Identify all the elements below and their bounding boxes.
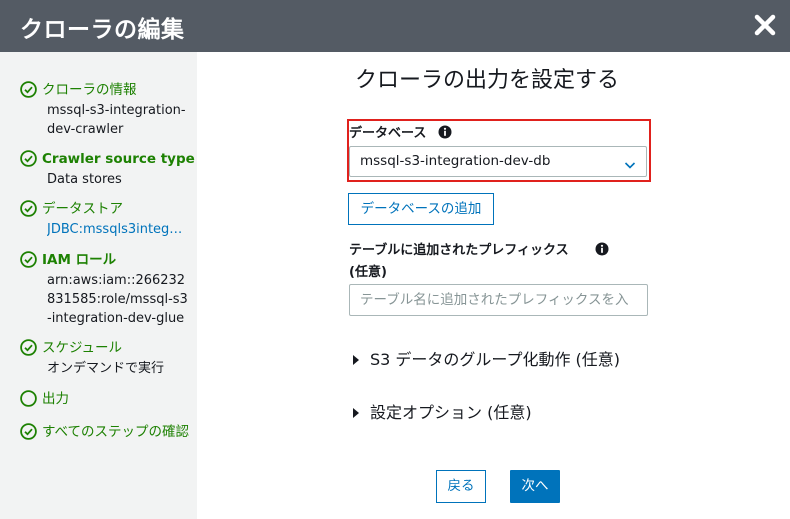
step-label: すべてのステップの確認 bbox=[42, 424, 190, 440]
add-database-button[interactable]: データベースの追加 bbox=[348, 193, 494, 225]
step-label: Crawler source type bbox=[42, 151, 195, 167]
step-output[interactable]: 出力 bbox=[20, 389, 195, 409]
prefix-input[interactable] bbox=[350, 285, 647, 315]
step-schedule[interactable]: スケジュール オンデマンドで実行 bbox=[20, 338, 195, 378]
step-review-all[interactable]: すべてのステップの確認 bbox=[20, 422, 195, 442]
prefix-field[interactable] bbox=[349, 284, 648, 316]
back-button[interactable]: 戻る bbox=[436, 470, 486, 503]
caret-right-icon bbox=[353, 408, 359, 418]
prefix-optional-label: (任意) bbox=[349, 265, 387, 280]
steps-sidebar: クローラの情報 mssql-s3-integration-dev-crawler… bbox=[0, 52, 197, 519]
step-label: データストア bbox=[42, 201, 123, 217]
database-label: データベース bbox=[349, 126, 427, 141]
empty-circle-icon bbox=[20, 390, 37, 407]
step-crawler-info[interactable]: クローラの情報 mssql-s3-integration-dev-crawler bbox=[20, 80, 195, 139]
dialog-header: クローラの編集 bbox=[0, 0, 790, 52]
expander-label: S3 データのグループ化動作 (任意) bbox=[370, 350, 621, 369]
info-icon[interactable] bbox=[595, 241, 609, 256]
check-circle-icon bbox=[20, 251, 37, 268]
step-source-type[interactable]: Crawler source type Data stores bbox=[20, 149, 195, 189]
info-icon[interactable] bbox=[438, 124, 452, 139]
check-circle-icon bbox=[20, 81, 37, 98]
expander-label: 設定オプション (任意) bbox=[370, 403, 532, 422]
step-value-link[interactable]: JDBC:mssqls3integ… bbox=[47, 220, 192, 239]
step-value: mssql-s3-integration-dev-crawler bbox=[47, 103, 186, 137]
check-circle-icon bbox=[20, 423, 37, 440]
page-title: クローラの出力を設定する bbox=[355, 68, 620, 93]
step-data-store[interactable]: データストア JDBC:mssqls3integ… bbox=[20, 199, 195, 239]
step-label: スケジュール bbox=[42, 340, 123, 356]
check-circle-icon bbox=[20, 150, 37, 167]
check-circle-icon bbox=[20, 200, 37, 217]
dialog-title: クローラの編集 bbox=[20, 17, 185, 43]
step-value: Data stores bbox=[47, 172, 122, 187]
step-value: オンデマンドで実行 bbox=[47, 361, 165, 376]
database-selected-value: mssql-s3-integration-dev-db bbox=[360, 153, 551, 169]
step-iam-role[interactable]: IAM ロール arn:aws:iam::266232831585:role/m… bbox=[20, 250, 195, 328]
check-circle-icon bbox=[20, 339, 37, 356]
next-button[interactable]: 次へ bbox=[510, 470, 560, 503]
step-label: IAM ロール bbox=[42, 252, 117, 268]
prefix-label: テーブルに追加されたプレフィックス bbox=[349, 243, 569, 258]
step-label: クローラの情報 bbox=[42, 82, 137, 98]
chevron-down-icon bbox=[624, 156, 636, 169]
step-value: arn:aws:iam::266232831585:role/mssql-s3-… bbox=[47, 273, 188, 326]
database-select[interactable]: mssql-s3-integration-dev-db bbox=[349, 146, 647, 177]
step-label: 出力 bbox=[42, 391, 69, 407]
close-icon[interactable] bbox=[748, 8, 782, 42]
caret-right-icon bbox=[353, 355, 359, 365]
main-panel: クローラの出力を設定する データベース mssql-s3-integration… bbox=[197, 52, 790, 519]
